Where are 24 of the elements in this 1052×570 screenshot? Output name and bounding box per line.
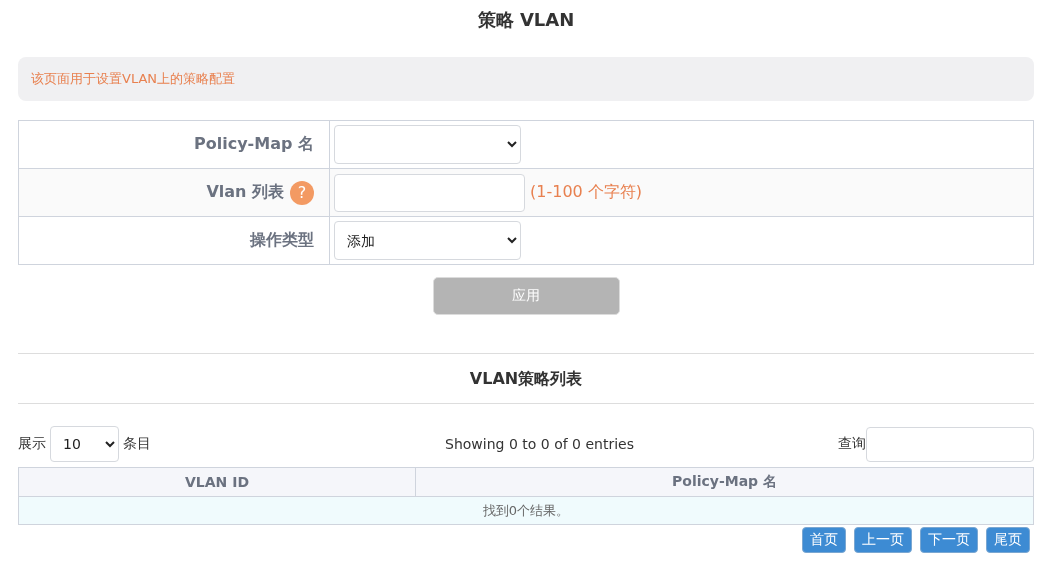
pager-button[interactable]: 首页 bbox=[802, 527, 846, 553]
dropdown[interactable] bbox=[334, 125, 521, 164]
help-icon[interactable]: ? bbox=[290, 180, 314, 205]
search-label: 查询 bbox=[838, 435, 866, 453]
search-field[interactable] bbox=[866, 426, 1034, 462]
input-field[interactable] bbox=[334, 173, 525, 212]
pager-button[interactable]: 下一页 bbox=[920, 527, 978, 553]
dropdown[interactable]: 添加 bbox=[334, 221, 521, 260]
entries-info: Showing 0 to 0 of 0 entries bbox=[445, 436, 634, 452]
info-banner: 该页面用于设置VLAN上的策略配置 bbox=[18, 57, 1034, 101]
column-header: Policy-Map 名 bbox=[415, 468, 1033, 496]
entries-label: 条目 bbox=[123, 435, 151, 453]
column-header: VLAN ID bbox=[184, 473, 250, 492]
field-label: 操作类型 bbox=[250, 230, 314, 251]
empty-message: 找到0个结果。 bbox=[19, 497, 1033, 524]
page-size-dropdown[interactable]: 10 bbox=[50, 426, 119, 462]
page-title: 策略 VLAN bbox=[476, 8, 576, 32]
pager-button[interactable]: 尾页 bbox=[986, 527, 1030, 553]
field-label: Vlan 列表 bbox=[206, 182, 284, 203]
field-hint: (1-100 个字符) bbox=[530, 182, 643, 203]
pager-button[interactable]: 上一页 bbox=[854, 527, 912, 553]
section-title: VLAN策略列表 bbox=[468, 368, 584, 390]
show-label: 展示 bbox=[18, 435, 46, 453]
field-label: Policy-Map 名 bbox=[194, 134, 314, 155]
